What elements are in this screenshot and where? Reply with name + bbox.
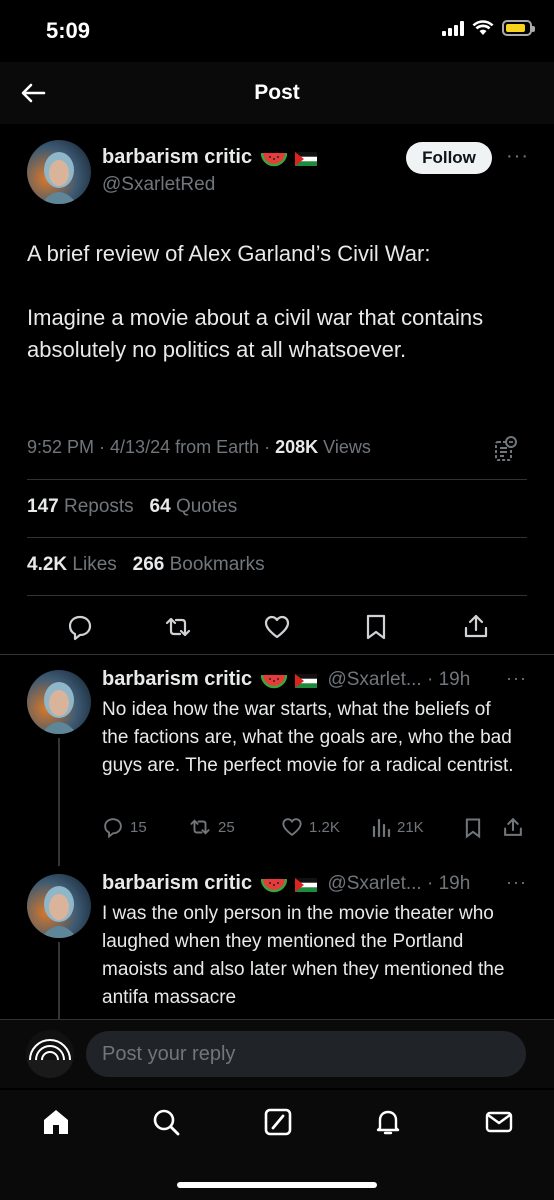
more-options-icon[interactable]: ··· <box>506 668 527 689</box>
notifications-icon[interactable] <box>372 1106 404 1138</box>
comment-icon <box>104 818 122 838</box>
divider <box>27 537 527 538</box>
reply-author-name[interactable]: barbarism critic <box>102 872 252 894</box>
battery-icon <box>502 20 535 36</box>
home-indicator <box>177 1182 377 1188</box>
reply-header: barbarism critic @Sxarlet... · 19h <box>102 872 470 895</box>
quotes-count: 64 <box>149 496 171 517</box>
divider <box>27 595 527 596</box>
divider <box>27 479 527 480</box>
post-text: A brief review of Alex Garland’s Civil W… <box>27 238 527 366</box>
palestine-flag-icon <box>294 673 317 688</box>
reply-views-stat[interactable]: 21K <box>371 816 424 838</box>
author-row: barbarism critic <box>102 146 317 169</box>
author-name[interactable]: barbarism critic <box>102 146 252 168</box>
more-options-icon[interactable]: ··· <box>506 145 529 168</box>
more-options-icon[interactable]: ··· <box>506 872 527 893</box>
share-icon[interactable] <box>502 816 524 838</box>
thread-line <box>58 942 60 1022</box>
reply-avatar[interactable] <box>27 670 91 734</box>
reposts-label: Reposts <box>58 496 134 517</box>
watermelon-icon <box>260 674 287 688</box>
post-timestamp: 9:52 PM · 4/13/24 from Earth · <box>27 437 276 457</box>
divider <box>0 654 554 655</box>
search-icon[interactable] <box>150 1106 182 1138</box>
comment-icon[interactable] <box>66 613 94 641</box>
post-paragraph-1: A brief review of Alex Garland’s Civil W… <box>27 241 431 266</box>
views-count: 208K <box>275 437 319 457</box>
reply-like-stat[interactable]: 1.2K <box>281 816 340 838</box>
watermelon-icon <box>260 878 287 892</box>
top-header: Post <box>0 62 554 124</box>
likes-label: Likes <box>67 554 117 575</box>
home-icon[interactable] <box>40 1106 72 1138</box>
reply-input[interactable] <box>86 1031 526 1077</box>
likes-count: 4.2K <box>27 554 68 575</box>
quotes-label: Quotes <box>170 496 238 517</box>
reply-avatar[interactable] <box>27 874 91 938</box>
reply-handle-time[interactable]: @Sxarlet... · 19h <box>327 669 470 690</box>
grok-icon[interactable] <box>494 436 518 462</box>
bookmark-icon[interactable] <box>463 817 483 839</box>
reply-author-name[interactable]: barbarism critic <box>102 668 252 690</box>
reply-repost-count: 25 <box>218 818 235 836</box>
wifi-icon <box>472 20 494 35</box>
reply-views-count: 21K <box>397 818 424 836</box>
reposts-stat[interactable]: 147 Reposts <box>27 496 134 517</box>
repost-icon[interactable] <box>163 613 193 641</box>
post-paragraph-2: Imagine a movie about a civil war that c… <box>27 305 484 362</box>
views-label: Views <box>318 437 371 457</box>
reposts-quotes-row: 147 Reposts 64 Quotes <box>27 496 237 518</box>
repost-icon <box>190 819 210 835</box>
my-avatar[interactable] <box>26 1030 74 1078</box>
quotes-stat[interactable]: 64 Quotes <box>150 496 238 517</box>
reply-text: I was the only person in the movie theat… <box>102 903 505 1008</box>
heart-icon[interactable] <box>263 613 291 641</box>
reply-header: barbarism critic @Sxarlet... · 19h <box>102 668 470 691</box>
palestine-flag-icon <box>294 151 317 166</box>
share-icon[interactable] <box>462 612 490 640</box>
watermelon-icon <box>260 152 287 166</box>
battery-level <box>506 24 525 32</box>
heart-icon <box>282 818 302 837</box>
reply-comment-stat[interactable]: 15 <box>102 816 147 838</box>
likes-bookmarks-row: 4.2K Likes 266 Bookmarks <box>27 554 265 576</box>
likes-stat[interactable]: 4.2K Likes <box>27 554 117 575</box>
palestine-flag-icon <box>294 877 317 892</box>
reply-comment-count: 15 <box>130 818 147 836</box>
thread-line <box>58 738 60 866</box>
avatar[interactable] <box>27 140 91 204</box>
views-icon <box>372 818 391 838</box>
post-meta: 9:52 PM · 4/13/24 from Earth · 208K View… <box>27 437 371 458</box>
page-title: Post <box>254 81 300 104</box>
bookmark-icon[interactable] <box>363 613 389 641</box>
reply-like-count: 1.2K <box>309 818 340 836</box>
cellular-signal-icon <box>442 20 464 36</box>
author-handle[interactable]: @SxarletRed <box>102 174 215 196</box>
bookmarks-label: Bookmarks <box>164 554 265 575</box>
status-icons <box>442 20 535 36</box>
reposts-count: 147 <box>27 496 59 517</box>
follow-button[interactable]: Follow <box>406 142 492 174</box>
bookmarks-count: 266 <box>132 554 165 575</box>
bookmarks-stat[interactable]: 266 Bookmarks <box>133 554 265 575</box>
grok-icon[interactable] <box>262 1106 294 1138</box>
reply-text: No idea how the war starts, what the bel… <box>102 699 514 776</box>
status-time: 5:09 <box>46 18 91 43</box>
reply-handle-time[interactable]: @Sxarlet... · 19h <box>327 873 470 894</box>
messages-icon[interactable] <box>483 1106 515 1138</box>
reply-repost-stat[interactable]: 25 <box>188 816 235 838</box>
